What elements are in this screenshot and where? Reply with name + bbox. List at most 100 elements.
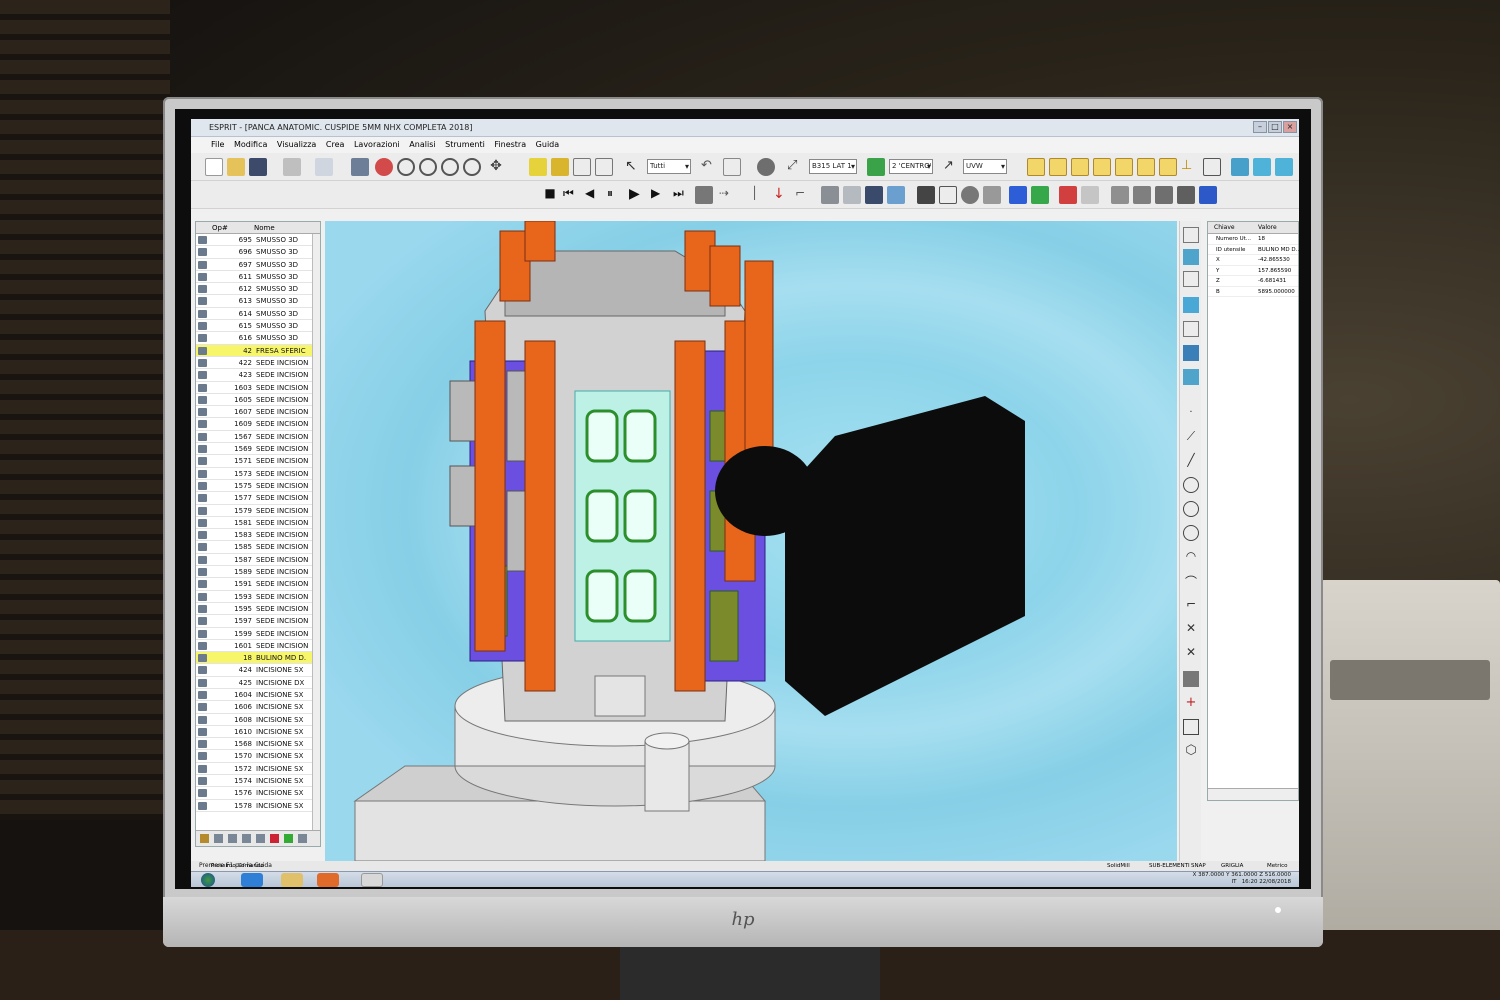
view-back-icon[interactable] — [1049, 158, 1067, 176]
operation-row[interactable]: 696 SMUSSO 3D — [196, 246, 320, 259]
tab-stock-icon[interactable] — [256, 834, 265, 843]
operation-row[interactable]: 1593 SEDE INCISION — [196, 591, 320, 603]
operation-row[interactable]: 1585 SEDE INCISION — [196, 541, 320, 554]
csys-z-icon[interactable] — [1275, 158, 1293, 176]
tool-down-icon[interactable]: ↓ — [773, 186, 791, 204]
operation-row[interactable]: 423 SEDE INCISION — [196, 369, 320, 382]
operation-row[interactable]: 614 SMUSSO 3D — [196, 308, 320, 321]
circle-2pt-icon[interactable] — [1183, 501, 1199, 517]
fillet-icon[interactable]: ⌐ — [1183, 597, 1199, 613]
operation-row[interactable]: 424 INCISIONE SX — [196, 664, 320, 677]
new-file-icon[interactable] — [205, 158, 223, 176]
property-row[interactable]: X -42.865530 — [1208, 255, 1298, 266]
trim-icon[interactable]: ✕ — [1183, 621, 1199, 637]
part-icon[interactable] — [939, 186, 957, 204]
operation-row[interactable]: 695 SMUSSO 3D — [196, 234, 320, 247]
wireframe-view-icon[interactable] — [573, 158, 591, 176]
select-face-icon[interactable] — [1183, 227, 1199, 243]
operation-row[interactable]: 1604 INCISIONE SX — [196, 689, 320, 702]
shaded-view-icon[interactable] — [529, 158, 547, 176]
operation-row[interactable]: 425 INCISIONE DX — [196, 677, 320, 689]
csys-icon[interactable]: ↗ — [943, 158, 961, 176]
sim-fast-forward-icon[interactable]: ⏭ — [673, 186, 691, 204]
view-front-icon[interactable] — [1027, 158, 1045, 176]
power-led[interactable] — [1275, 907, 1281, 913]
workplane-tool-icon[interactable] — [1183, 249, 1199, 265]
measure-icon[interactable] — [351, 158, 369, 176]
tab-layers-icon[interactable] — [242, 834, 251, 843]
profile-tool-icon[interactable] — [1183, 321, 1199, 337]
col-name[interactable]: Nome — [254, 222, 275, 234]
status-snap[interactable]: SNAP — [1191, 861, 1206, 871]
print-icon[interactable] — [283, 158, 301, 176]
operation-row[interactable]: 1601 SEDE INCISION — [196, 640, 320, 653]
zoom-fit-icon[interactable] — [441, 158, 459, 176]
compare-icon[interactable] — [983, 186, 1001, 204]
check-icon[interactable] — [961, 186, 979, 204]
properties-scrollbar[interactable] — [1208, 788, 1298, 800]
pan-icon[interactable]: ✥ — [487, 158, 505, 176]
point-icon[interactable]: · — [1183, 407, 1199, 423]
sim-pause-icon[interactable]: ⏸ — [607, 186, 625, 204]
sim-play-icon[interactable]: ▶ — [629, 186, 647, 204]
tool-icon[interactable]: │ — [751, 186, 769, 204]
operation-row[interactable]: 612 SMUSSO 3D — [196, 283, 320, 296]
maximize-button[interactable]: □ — [1268, 121, 1282, 133]
open-folder-icon[interactable] — [227, 158, 245, 176]
menu-guida[interactable]: Guida — [536, 140, 559, 149]
operation-row[interactable]: 1591 SEDE INCISION — [196, 578, 320, 591]
view-left-icon[interactable] — [1071, 158, 1089, 176]
taskbar-esprit-icon[interactable] — [361, 873, 383, 887]
line-point-icon[interactable]: ⟋ — [1183, 429, 1199, 445]
operation-row[interactable]: 1576 INCISIONE SX — [196, 787, 320, 800]
status-solidmill[interactable]: SolidMill — [1107, 861, 1130, 871]
workplane-icon[interactable]: ⤢ — [787, 158, 805, 176]
sim-options-icon[interactable]: ⇢ — [719, 186, 737, 204]
solid-tool-icon[interactable] — [1183, 345, 1199, 361]
tool-path-icon[interactable]: ⌐ — [795, 186, 813, 204]
transparent-solid-icon[interactable] — [1081, 186, 1099, 204]
taskbar-explorer-icon[interactable] — [281, 873, 303, 887]
layer-combo[interactable]: 2 'CENTRO' — [889, 159, 933, 174]
menu-lavorazioni[interactable]: Lavorazioni — [354, 140, 400, 149]
surface-tool-icon[interactable] — [1183, 297, 1199, 313]
view-top-icon[interactable] — [1115, 158, 1133, 176]
zoom-out-icon[interactable] — [419, 158, 437, 176]
operation-row[interactable]: 1595 SEDE INCISION — [196, 603, 320, 616]
stock-icon[interactable] — [843, 186, 861, 204]
fixture-icon[interactable] — [917, 186, 935, 204]
operation-row[interactable]: 616 SMUSSO 3D — [196, 332, 320, 345]
csys-rotate-icon[interactable] — [1253, 158, 1271, 176]
start-button[interactable] — [201, 873, 215, 887]
zoom-in-icon[interactable] — [397, 158, 415, 176]
menu-visualizza[interactable]: Visualizza — [277, 140, 316, 149]
tray-time[interactable]: 16:20 — [1242, 879, 1258, 885]
operation-row[interactable]: 1572 INCISIONE SX — [196, 763, 320, 776]
tool-b-icon[interactable] — [1133, 186, 1151, 204]
minimize-button[interactable]: – — [1253, 121, 1267, 133]
undo-icon[interactable]: ↶ — [701, 158, 719, 176]
operation-row[interactable]: 1568 INCISIONE SX — [196, 738, 320, 751]
operation-row[interactable]: 611 SMUSSO 3D — [196, 271, 320, 284]
property-row[interactable]: B 5895.000000 — [1208, 287, 1298, 297]
tab-tools-icon[interactable] — [228, 834, 237, 843]
workplane-combo[interactable]: B315 LAT 1 — [809, 159, 857, 174]
tool-c-icon[interactable] — [1155, 186, 1173, 204]
hidden-view-icon[interactable] — [551, 158, 569, 176]
menu-crea[interactable]: Crea — [326, 140, 345, 149]
save-icon[interactable] — [249, 158, 267, 176]
solid-green-icon[interactable] — [1031, 186, 1049, 204]
property-row[interactable]: Y 157.865590 — [1208, 266, 1298, 276]
extrude-tool-icon[interactable] — [1183, 369, 1199, 385]
page-setup-icon[interactable] — [315, 158, 333, 176]
arc-icon[interactable]: ◠ — [1183, 549, 1199, 565]
menu-file[interactable]: File — [211, 140, 224, 149]
operation-row[interactable]: 1608 INCISIONE SX — [196, 714, 320, 726]
operation-row[interactable]: 697 SMUSSO 3D — [196, 259, 320, 271]
sim-end-icon[interactable] — [695, 186, 713, 204]
view-axis-icon[interactable]: ⊥ — [1181, 158, 1199, 176]
layer-icon[interactable] — [867, 158, 885, 176]
col-key[interactable]: Chiave — [1214, 222, 1235, 234]
operation-row[interactable]: 1597 SEDE INCISION — [196, 615, 320, 628]
menu-finestra[interactable]: Finestra — [494, 140, 526, 149]
